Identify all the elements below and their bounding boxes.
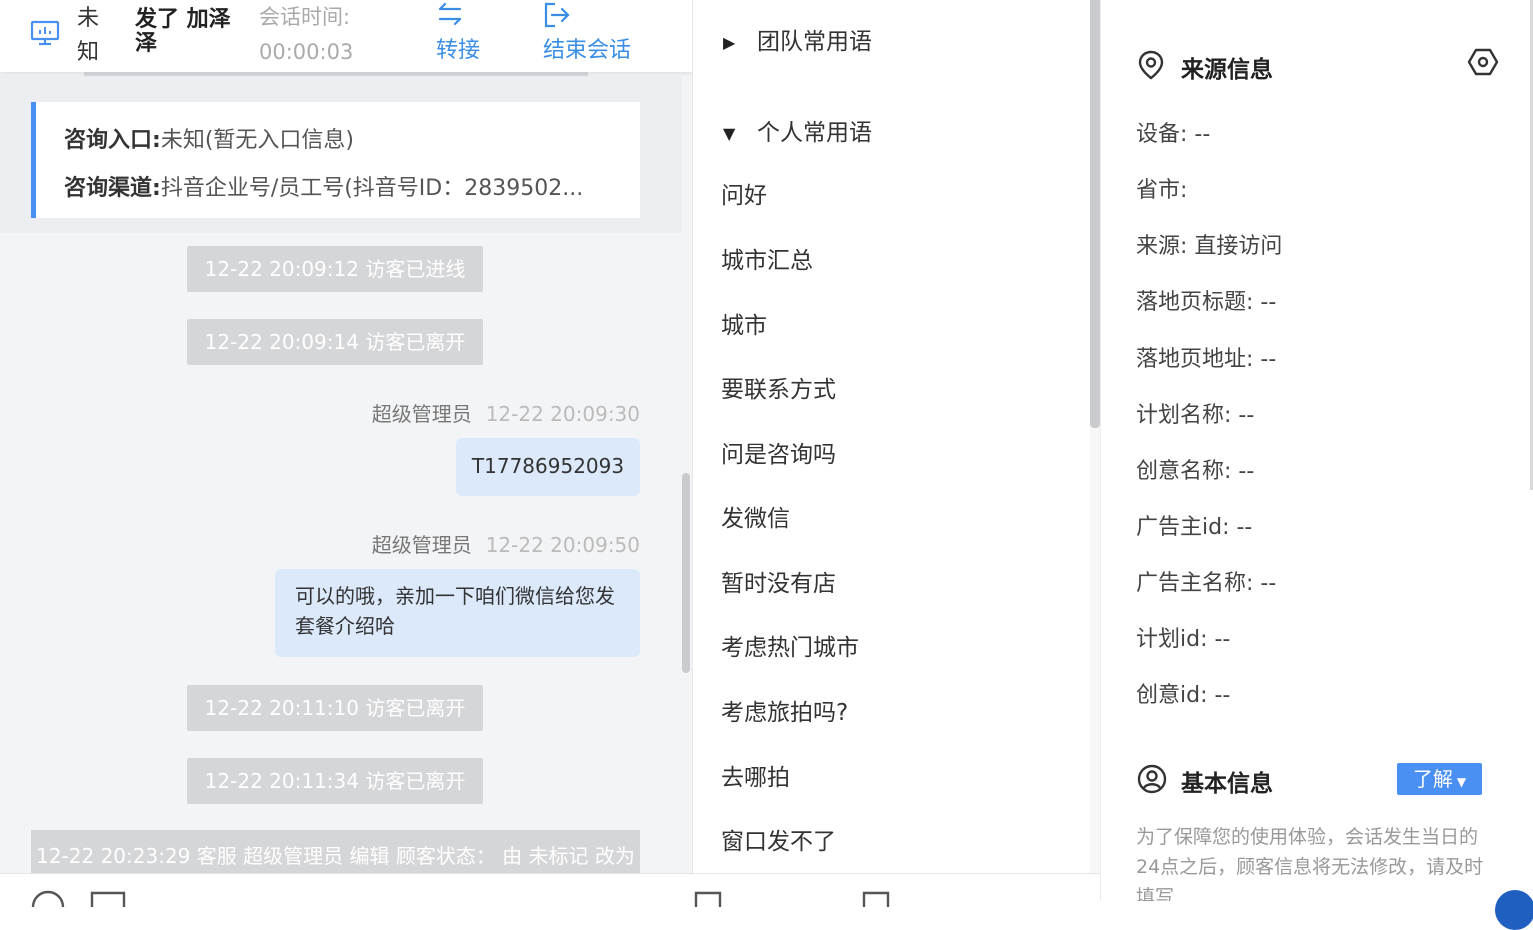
source-field-plan-id: 计划id: --	[1136, 627, 1231, 652]
phrase-group-team[interactable]: ▶ 团队常用语	[723, 22, 872, 56]
message-meta: 超级管理员 12-22 20:09:50	[372, 529, 640, 558]
settings-icon[interactable]	[1467, 46, 1499, 82]
message-meta: 超级管理员 12-22 20:09:30	[372, 398, 640, 427]
visitor-state: 未知	[77, 6, 100, 65]
source-field-creative-name: 创意名称: --	[1136, 459, 1255, 484]
system-message: 12-22 20:09:12 访客已进线	[187, 246, 483, 292]
caret-right-icon: ▶	[723, 33, 736, 52]
source-field-advertiser-name: 广告主名称: --	[1136, 571, 1277, 596]
consult-info-area: 咨询入口:未知(暂无入口信息) 咨询渠道:抖音企业号/员工号(抖音号ID：283…	[0, 76, 682, 233]
customer-status-dropdown[interactable]: 了解 ▼	[1397, 763, 1482, 795]
source-field-origin: 来源: 直接访问	[1136, 234, 1283, 259]
source-field-device: 设备: --	[1136, 122, 1211, 147]
system-message: 12-22 20:23:29 客服 超级管理员 编辑 顾客状态： 由 未标记 改…	[31, 830, 640, 873]
phrase-group-personal-label: 个人常用语	[757, 120, 872, 146]
chat-panel: 未知 发了 加泽泽 会话时间: 00:00:03 转接 结束会话 咨询入口:未知…	[0, 0, 692, 873]
message-sender: 超级管理员	[371, 402, 472, 426]
system-message: 12-22 20:09:14 访客已离开	[187, 319, 483, 365]
phrase-item[interactable]: 暂时没有店	[721, 564, 836, 598]
customer-info-panel: 来源信息 设备: -- 省市: 来源: 直接访问 落地页标题: -- 落地页地址…	[1100, 0, 1533, 901]
source-field-region: 省市:	[1136, 178, 1188, 203]
message-sender: 超级管理员	[371, 533, 472, 557]
input-toolbar	[0, 873, 1100, 908]
phrase-item[interactable]: 城市	[721, 306, 767, 340]
session-time: 00:00:03	[259, 40, 354, 64]
agent-message-bubble: T17786952093	[456, 438, 640, 496]
phrase-item[interactable]: 窗口发不了	[721, 822, 836, 856]
phrase-group-personal[interactable]: ▼ 个人常用语	[723, 113, 872, 147]
phrase-item[interactable]: 要联系方式	[721, 370, 836, 404]
transfer-icon	[436, 2, 464, 32]
caret-down-icon: ▼	[723, 124, 736, 143]
phrase-item[interactable]: 发微信	[721, 499, 790, 533]
transfer-label: 转接	[436, 38, 481, 63]
phrase-item[interactable]: 城市汇总	[721, 241, 813, 275]
edit-icon[interactable]	[694, 889, 724, 913]
source-info-title: 来源信息	[1181, 57, 1273, 83]
phrase-item[interactable]: 考虑热门城市	[721, 628, 859, 662]
monitor-icon	[30, 20, 60, 50]
emoji-icon[interactable]	[30, 889, 66, 913]
agent-message-bubble: 可以的哦，亲加一下咱们微信给您发套餐介绍哈	[275, 569, 640, 657]
system-message: 12-22 20:11:10 访客已离开	[187, 685, 483, 731]
quick-phrases-panel: ▶ 团队常用语 ▼ 个人常用语 问好 城市汇总 城市 要联系方式 问是咨询吗 发微信…	[692, 0, 1101, 873]
phrase-item[interactable]: 去哪拍	[721, 758, 790, 792]
message-time: 12-22 20:09:30	[485, 402, 640, 426]
basic-info-title: 基本信息	[1181, 771, 1273, 797]
consult-info-card: 咨询入口:未知(暂无入口信息) 咨询渠道:抖音企业号/员工号(抖音号ID：283…	[31, 102, 640, 218]
source-field-landing-title: 落地页标题: --	[1136, 290, 1277, 315]
end-session-label: 结束会话	[543, 38, 632, 63]
session-header: 未知 发了 加泽泽 会话时间: 00:00:03 转接 结束会话	[0, 0, 692, 72]
consult-channel-label: 咨询渠道:	[64, 176, 161, 201]
phrase-item[interactable]: 问好	[721, 176, 767, 210]
consult-entry-label: 咨询入口:	[64, 128, 161, 153]
phrase-group-team-label: 团队常用语	[757, 29, 872, 55]
chat-scrollbar[interactable]	[682, 473, 690, 673]
location-pin-icon	[1137, 50, 1165, 84]
visitor-name: 发了 加泽泽	[135, 7, 231, 56]
consult-channel-row: 咨询渠道:抖音企业号/员工号(抖音号ID：2839502...	[64, 170, 634, 202]
system-message: 12-22 20:11:34 访客已离开	[187, 758, 483, 804]
image-icon[interactable]	[90, 889, 126, 913]
floating-help-button[interactable]	[1495, 890, 1533, 930]
user-circle-icon	[1137, 764, 1167, 798]
source-field-plan-name: 计划名称: --	[1136, 403, 1255, 428]
exit-icon	[543, 2, 571, 34]
source-field-landing-url: 落地页地址: --	[1136, 347, 1277, 372]
phrase-item[interactable]: 考虑旅拍吗?	[721, 693, 848, 727]
consult-entry-value: 未知(暂无入口信息)	[160, 128, 354, 153]
source-field-advertiser-id: 广告主id: --	[1136, 515, 1253, 540]
add-icon[interactable]	[862, 889, 892, 913]
consult-channel-value: 抖音企业号/员工号(抖音号ID：2839502...	[160, 176, 584, 201]
session-time-label: 会话时间:	[259, 5, 351, 29]
phrases-scrollbar[interactable]	[1090, 0, 1100, 428]
source-field-creative-id: 创意id: --	[1136, 683, 1231, 708]
header-divider	[84, 72, 588, 76]
phrase-item[interactable]: 问是咨询吗	[721, 435, 836, 469]
caret-down-icon: ▼	[1456, 775, 1467, 789]
edit-deadline-notice: 为了保障您的使用体验，会话发生当日的24点之后，顾客信息将无法修改，请及时填写	[1136, 826, 1484, 901]
consult-entry-row: 咨询入口:未知(暂无入口信息)	[64, 122, 634, 154]
customer-status-value: 了解	[1412, 767, 1453, 791]
message-time: 12-22 20:09:50	[485, 533, 640, 557]
